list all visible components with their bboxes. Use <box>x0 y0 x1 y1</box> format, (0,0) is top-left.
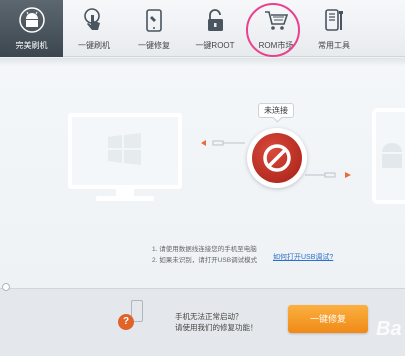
watermark: Ba <box>376 318 402 340</box>
top-toolbar: 完美刷机 一键刷机 一键修复 一键ROOT ROM市场 常用工具 <box>0 0 405 57</box>
tab-perfect-flash[interactable]: 完美刷机 <box>0 0 63 57</box>
connection-status-label: 未连接 <box>258 103 294 118</box>
tab-one-click-root[interactable]: 一键ROOT <box>183 0 247 57</box>
rom-market-highlight-circle <box>246 3 300 57</box>
unlock-icon <box>208 9 223 31</box>
usb-debug-help-link[interactable]: 如何打开USB调试? <box>273 252 333 262</box>
touch-icon <box>84 8 100 30</box>
tab-common-tools[interactable]: 常用工具 <box>305 0 363 57</box>
phone-wrench-icon <box>146 9 162 32</box>
windows-logo-icon <box>108 133 141 165</box>
disconnected-icon <box>263 144 291 172</box>
usb-cable-left <box>201 140 245 146</box>
monitor-neck <box>116 189 134 196</box>
hint-line-2: 2. 如果未识别，请打开USB调试模式 <box>152 257 258 264</box>
tab-label: 一键刷机 <box>78 41 110 50</box>
usb-cable-right <box>305 172 351 178</box>
repair-prompt: 手机无法正常启动？ 请使用我们的修复功能！ <box>175 311 258 333</box>
hint-line-1: 1. 请使用数据线连接您的手机至电脑 <box>152 246 257 253</box>
tab-label: 常用工具 <box>318 41 350 50</box>
stage-shadow <box>0 58 405 66</box>
tab-label: 完美刷机 <box>15 41 48 50</box>
phone-device <box>372 108 405 204</box>
help-icon: ? <box>118 314 134 330</box>
android-icon <box>18 7 45 33</box>
connection-hints: 1. 请使用数据线连接您的手机至电脑 2. 如果未识别，请打开USB调试模式 <box>152 244 257 266</box>
computer-monitor <box>68 113 182 189</box>
tab-one-click-flash[interactable]: 一键刷机 <box>63 0 125 57</box>
tools-icon <box>325 9 343 31</box>
tab-label: 一键修复 <box>138 41 170 50</box>
tab-one-click-repair[interactable]: 一键修复 <box>125 0 183 57</box>
repair-prompt-line-2: 请使用我们的修复功能！ <box>175 323 258 332</box>
one-click-repair-button[interactable]: 一键修复 <box>288 305 368 333</box>
repair-prompt-line-1: 手机无法正常启动？ <box>175 312 243 321</box>
monitor-base <box>96 196 154 201</box>
connection-status-indicator <box>247 128 307 188</box>
side-handle[interactable] <box>2 283 10 291</box>
tab-label: 一键ROOT <box>195 41 235 50</box>
android-robot-icon <box>382 143 402 168</box>
